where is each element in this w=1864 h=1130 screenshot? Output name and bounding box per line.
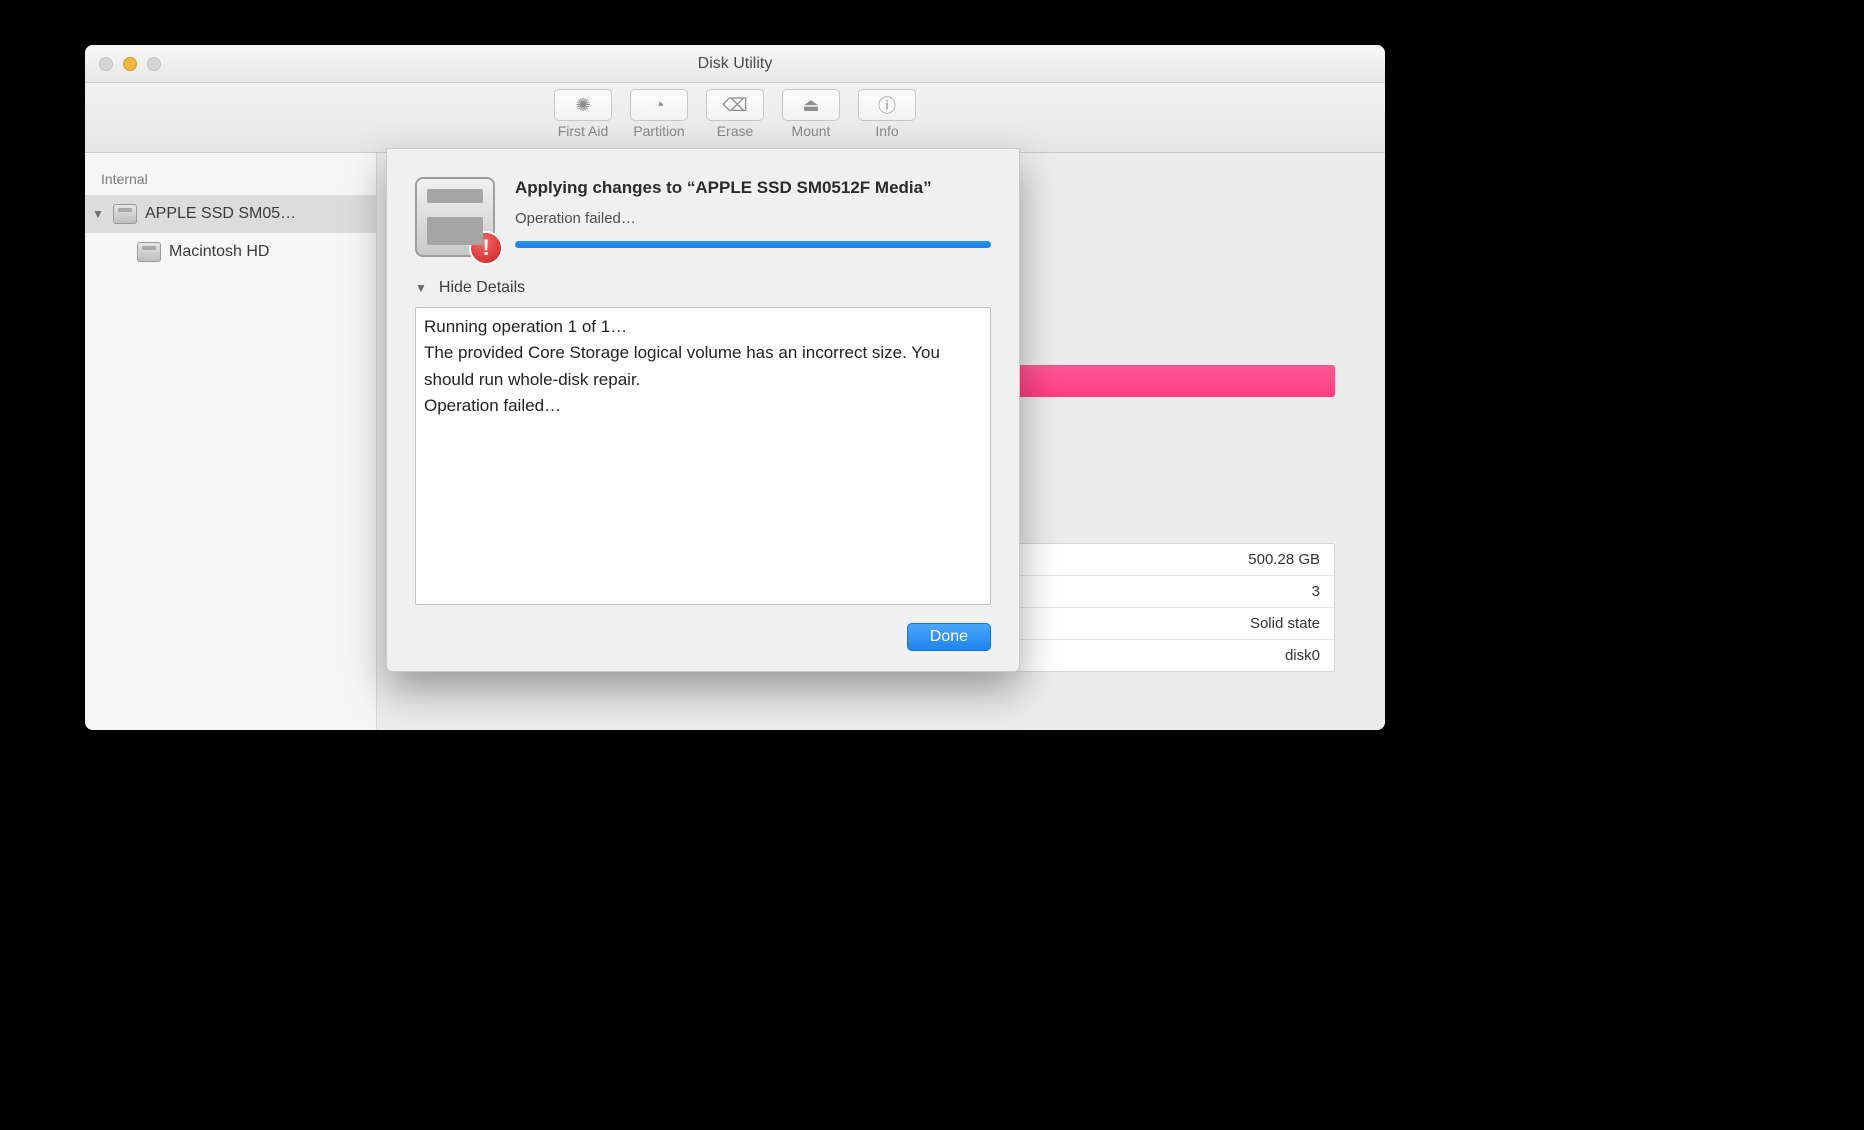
minimize-button[interactable]	[123, 57, 137, 71]
window-title: Disk Utility	[85, 55, 1385, 73]
toolbar-label: Partition	[633, 123, 684, 139]
info-value: disk0	[1285, 647, 1320, 664]
progress-bar	[515, 241, 991, 248]
details-toggle[interactable]: ▼ Hide Details	[415, 279, 991, 297]
sidebar: Internal ▼ APPLE SSD SM05… Macintosh HD	[85, 153, 377, 730]
disclosure-triangle-icon[interactable]: ▼	[91, 207, 105, 221]
pie-icon: ◔	[654, 95, 665, 116]
drive-icon: !	[415, 177, 495, 257]
toolbar-label: Mount	[792, 123, 831, 139]
sidebar-item-apple-ssd[interactable]: ▼ APPLE SSD SM05…	[85, 195, 376, 233]
toolbar-first-aid[interactable]: ✺ First Aid	[554, 89, 612, 139]
sheet-header: ! Applying changes to “APPLE SSD SM0512F…	[415, 177, 991, 257]
erase-icon: ⌫	[722, 95, 747, 116]
sidebar-item-label: Macintosh HD	[169, 243, 269, 261]
sheet-footer: Done	[415, 605, 991, 651]
operation-log[interactable]: Running operation 1 of 1… The provided C…	[415, 307, 991, 605]
toolbar-erase[interactable]: ⌫ Erase	[706, 89, 764, 139]
info-value: 500.28 GB	[1248, 551, 1320, 568]
sheet-title: Applying changes to “APPLE SSD SM0512F M…	[515, 177, 991, 200]
traffic-lights	[99, 57, 161, 71]
zoom-button[interactable]	[147, 57, 161, 71]
sheet-subtitle: Operation failed…	[515, 210, 991, 227]
volume-icon	[137, 242, 161, 262]
toolbar-partition[interactable]: ◔ Partition	[630, 89, 688, 139]
disk-icon	[113, 204, 137, 224]
log-line: Operation failed…	[424, 393, 982, 419]
sidebar-section-header: Internal	[85, 165, 376, 195]
operation-sheet: ! Applying changes to “APPLE SSD SM0512F…	[386, 148, 1020, 672]
info-icon: ⓘ	[878, 92, 896, 118]
sidebar-item-macintosh-hd[interactable]: Macintosh HD	[85, 233, 376, 271]
toolbar-label: Erase	[717, 123, 754, 139]
stethoscope-icon: ✺	[575, 95, 590, 116]
toolbar-mount[interactable]: ⏏ Mount	[782, 89, 840, 139]
toolbar-label: First Aid	[558, 123, 609, 139]
close-button[interactable]	[99, 57, 113, 71]
alert-icon: !	[469, 231, 503, 265]
chevron-down-icon: ▼	[415, 281, 427, 295]
toolbar-label: Info	[875, 123, 898, 139]
log-line: The provided Core Storage logical volume…	[424, 340, 982, 393]
eject-icon: ⏏	[802, 95, 819, 116]
done-button[interactable]: Done	[907, 623, 991, 651]
titlebar: Disk Utility	[85, 45, 1385, 83]
toolbar-info[interactable]: ⓘ Info	[858, 89, 916, 139]
log-line: Running operation 1 of 1…	[424, 314, 982, 340]
info-value: Solid state	[1250, 615, 1320, 632]
info-value: 3	[1312, 583, 1320, 600]
sidebar-item-label: APPLE SSD SM05…	[145, 205, 296, 223]
details-toggle-label: Hide Details	[439, 279, 525, 297]
toolbar: ✺ First Aid ◔ Partition ⌫ Erase ⏏ Mount …	[85, 83, 1385, 153]
